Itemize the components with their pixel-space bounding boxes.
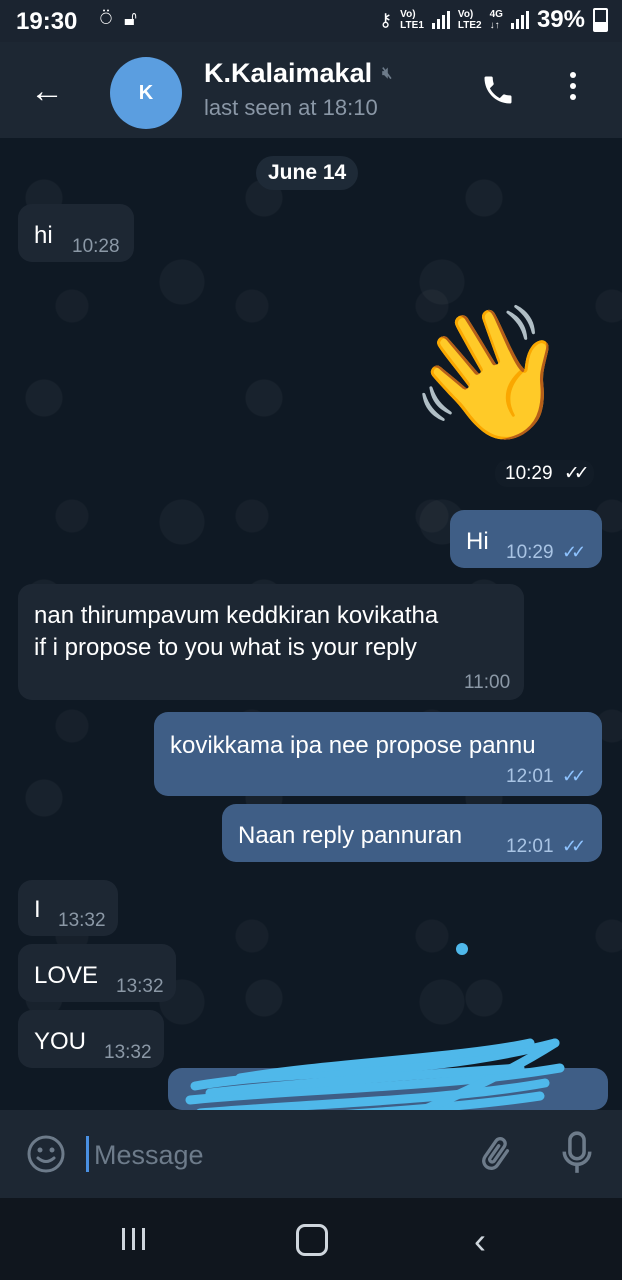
sim1-label: LTE1 xyxy=(400,20,424,31)
microphone-icon[interactable] xyxy=(560,1130,594,1181)
message-bubble[interactable]: kovikkama ipa nee propose pannu 12:01 ✓✓ xyxy=(154,712,602,796)
read-ticks-icon: ✓✓ xyxy=(562,836,586,856)
status-bar: 19:30 ⍥ 🔓︎ ⚷ Vo) LTE1 Vo) LTE2 4G ↓↑ 39% xyxy=(0,0,622,42)
message-bubble[interactable]: Hi 10:29 ✓✓ xyxy=(450,510,602,568)
emoji-icon[interactable] xyxy=(26,1134,66,1179)
message-composer: Message xyxy=(0,1110,622,1198)
back-arrow-icon[interactable]: ← xyxy=(30,72,64,111)
signal-icon-2 xyxy=(510,11,529,29)
attach-icon[interactable] xyxy=(476,1132,516,1181)
muted-icon: 🔇︎ xyxy=(382,64,393,82)
network-label: 4G xyxy=(489,9,503,20)
message-list[interactable]: June 14 hi 10:28 👋 10:29 ✓✓ Hi 10:29 ✓✓ … xyxy=(0,138,622,1110)
wave-emoji[interactable]: 👋 xyxy=(408,308,570,438)
read-ticks-icon: ✓✓ xyxy=(562,542,586,562)
avatar[interactable]: K xyxy=(110,57,182,129)
notification-icon: ⍥ xyxy=(100,8,112,30)
message-bubble[interactable]: LOVE 13:32 xyxy=(18,944,176,1002)
home-icon[interactable] xyxy=(296,1224,328,1256)
system-nav-bar: ‹ xyxy=(0,1198,622,1280)
message-bubble[interactable]: YOU 13:32 xyxy=(18,1010,164,1068)
message-bubble[interactable]: Naan reply pannuran 12:01 ✓✓ xyxy=(222,804,602,862)
read-ticks-icon: ✓✓ xyxy=(563,463,590,484)
date-separator: June 14 xyxy=(256,156,359,190)
message-bubble[interactable]: hi 10:28 xyxy=(18,204,134,262)
message-bubble[interactable]: nan thirumpavum keddkiran kovikatha if i… xyxy=(18,584,524,700)
message-bubble[interactable] xyxy=(168,1068,608,1110)
phone-icon[interactable] xyxy=(480,72,516,113)
status-time: 19:30 xyxy=(16,8,78,35)
battery-icon xyxy=(593,8,608,32)
lock-icon: 🔓︎ xyxy=(124,8,137,30)
text-cursor xyxy=(86,1136,89,1172)
last-seen: last seen at 18:10 xyxy=(204,95,378,120)
sim2-label: LTE2 xyxy=(457,20,482,31)
message-input[interactable]: Message xyxy=(94,1140,204,1171)
read-ticks-icon: ✓✓ xyxy=(562,766,586,786)
back-icon[interactable]: ‹ xyxy=(474,1220,486,1262)
message-time: 10:29 ✓✓ xyxy=(495,460,594,487)
contact-name: K.Kalaimakal xyxy=(204,58,373,88)
more-menu-icon[interactable] xyxy=(570,72,576,100)
battery-percent: 39% xyxy=(536,6,585,33)
key-icon: ⚷ xyxy=(378,9,393,30)
recent-apps-icon[interactable] xyxy=(122,1228,145,1250)
chat-header: ← K K.Kalaimakal 🔇︎ last seen at 18:10 xyxy=(0,42,622,138)
message-bubble[interactable]: I 13:32 xyxy=(18,880,118,936)
contact-info[interactable]: K.Kalaimakal 🔇︎ last seen at 18:10 xyxy=(204,58,392,121)
signal-icon xyxy=(431,11,450,29)
